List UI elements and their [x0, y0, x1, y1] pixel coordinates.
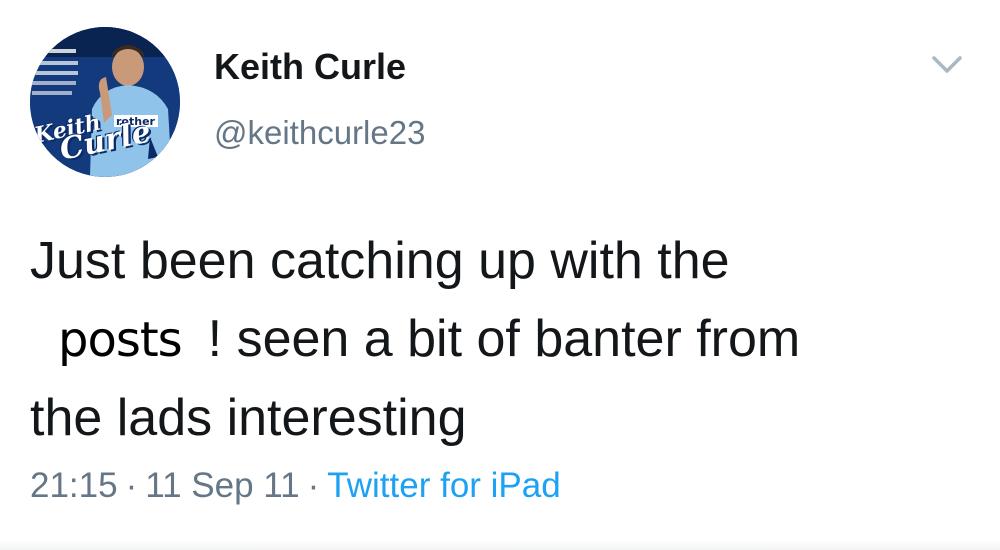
- chevron-down-icon[interactable]: [930, 52, 964, 78]
- tweet-text-line2-rest: ! seen a bit of banter from: [207, 310, 801, 368]
- svg-text:rother: rother: [116, 115, 156, 128]
- redacted-word: posts: [58, 312, 183, 368]
- avatar[interactable]: rother Keith Curle: [30, 27, 180, 177]
- meta-separator: ·: [307, 466, 320, 505]
- tweet-card: rother Keith Curle Keith Curle @keithcur…: [0, 0, 1000, 550]
- user-handle[interactable]: @keithcurle23: [214, 114, 425, 152]
- tweet-text-line2: posts ! seen a bit of banter from: [30, 300, 980, 379]
- tweet-source-link[interactable]: Twitter for iPad: [327, 466, 560, 505]
- display-name[interactable]: Keith Curle: [214, 46, 406, 88]
- tweet-date[interactable]: 11 Sep 11: [145, 466, 299, 505]
- tweet-text: Just been catching up with the posts ! se…: [30, 222, 980, 457]
- divider: [0, 540, 1000, 550]
- meta-separator: ·: [125, 466, 138, 505]
- avatar-photo: rother: [30, 27, 180, 177]
- tweet-meta: 21:15 · 11 Sep 11 · Twitter for iPad: [30, 466, 561, 506]
- tweet-text-line1: Just been catching up with the: [30, 232, 730, 290]
- tweet-text-line3: the lads interesting: [30, 389, 467, 447]
- tweet-time[interactable]: 21:15: [30, 466, 118, 505]
